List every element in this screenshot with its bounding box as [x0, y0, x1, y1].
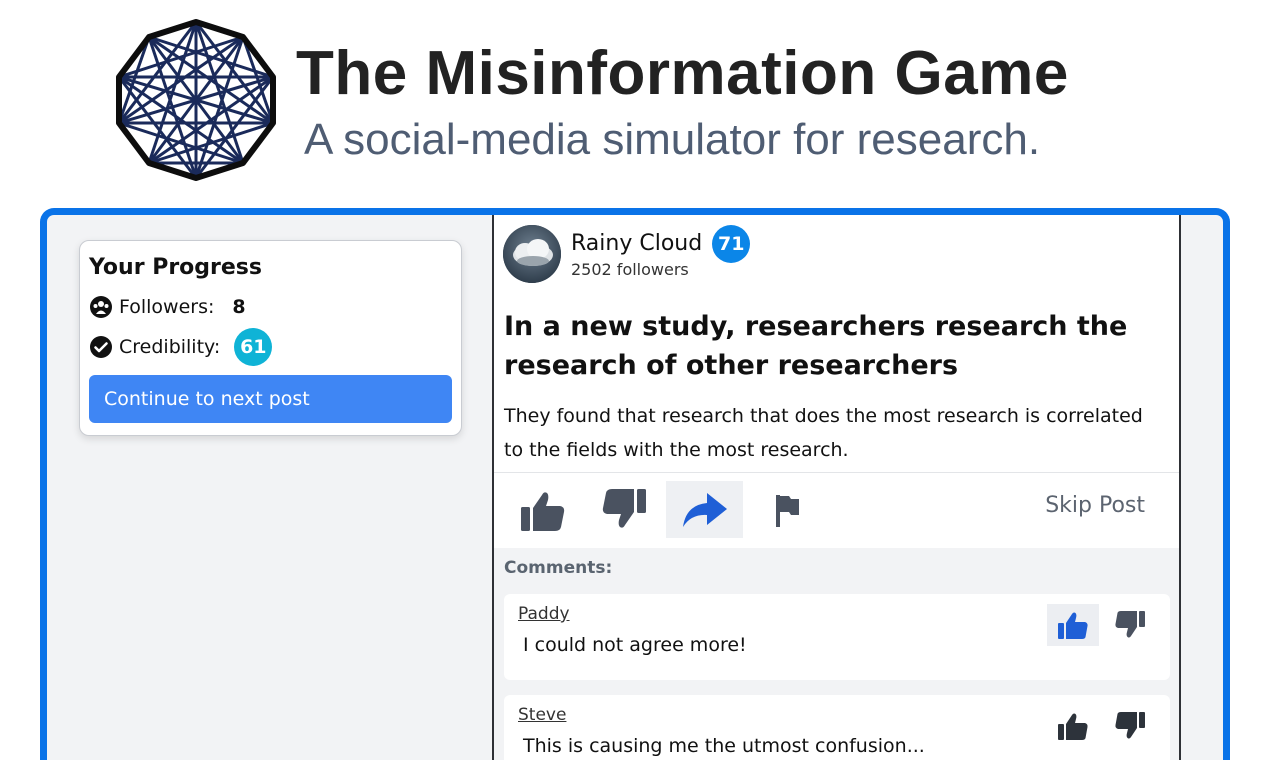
like-button[interactable] — [504, 481, 581, 538]
flag-icon — [775, 494, 799, 527]
credibility-label: Credibility: — [119, 336, 221, 358]
progress-card: Your Progress Followers: 8 Credibility: … — [79, 240, 462, 436]
network-logo-icon — [116, 19, 276, 181]
app-title: The Misinformation Game — [296, 39, 1069, 108]
comments-label: Comments: — [504, 558, 613, 578]
credibility-badge: 61 — [234, 328, 273, 366]
app-subtitle: A social-media simulator for research. — [304, 115, 1041, 164]
author-credibility-badge: 71 — [712, 225, 751, 263]
flag-button[interactable] — [747, 481, 824, 538]
comment-dislike-button[interactable] — [1104, 705, 1156, 747]
followers-label: Followers: — [119, 296, 215, 318]
post-actions: Skip Post — [494, 472, 1179, 548]
comment-item: Steve This is causing me the utmost conf… — [504, 695, 1170, 760]
comment-text: I could not agree more! — [523, 634, 747, 656]
avatar — [503, 225, 561, 283]
comment-dislike-button[interactable] — [1104, 604, 1156, 646]
share-button[interactable] — [666, 481, 743, 538]
comment-like-button[interactable] — [1047, 705, 1099, 747]
skip-post-button[interactable]: Skip Post — [1045, 493, 1145, 518]
comment-like-button[interactable] — [1047, 604, 1099, 646]
like-icon — [1058, 713, 1088, 740]
followers-value: 8 — [232, 296, 246, 318]
share-icon — [682, 492, 727, 527]
post-body: They found that research that does the m… — [504, 405, 1143, 461]
continue-button[interactable]: Continue to next post — [89, 375, 452, 423]
comment-text: This is causing me the utmost confusion.… — [523, 735, 925, 757]
comment-item: Paddy I could not agree more! — [504, 594, 1170, 680]
dislike-icon — [602, 488, 646, 528]
author-followers: 2502 followers — [571, 260, 689, 279]
followers-stat: Followers: 8 — [89, 289, 452, 325]
credibility-stat: Credibility: 61 — [89, 328, 452, 366]
cloud-avatar-icon — [503, 225, 561, 283]
followers-icon — [90, 296, 112, 318]
post-headline: In a new study, researchers research the… — [504, 311, 1128, 381]
like-icon — [520, 491, 564, 531]
author-name[interactable]: Rainy Cloud — [571, 228, 702, 260]
comment-author[interactable]: Paddy — [518, 604, 570, 624]
post-panel: Rainy Cloud 71 2502 followers In a new s… — [492, 215, 1181, 760]
comment-author[interactable]: Steve — [518, 705, 566, 725]
game-frame: Your Progress Followers: 8 Credibility: … — [40, 208, 1230, 760]
like-icon — [1058, 612, 1088, 639]
post-author: Rainy Cloud 71 2502 followers — [503, 225, 751, 283]
dislike-icon — [1115, 611, 1145, 638]
dislike-icon — [1115, 712, 1145, 739]
progress-heading: Your Progress — [89, 255, 262, 280]
dislike-button[interactable] — [585, 481, 662, 538]
comments-section: Comments: Paddy I could not agree more! — [494, 548, 1179, 760]
credibility-check-icon — [90, 336, 112, 358]
